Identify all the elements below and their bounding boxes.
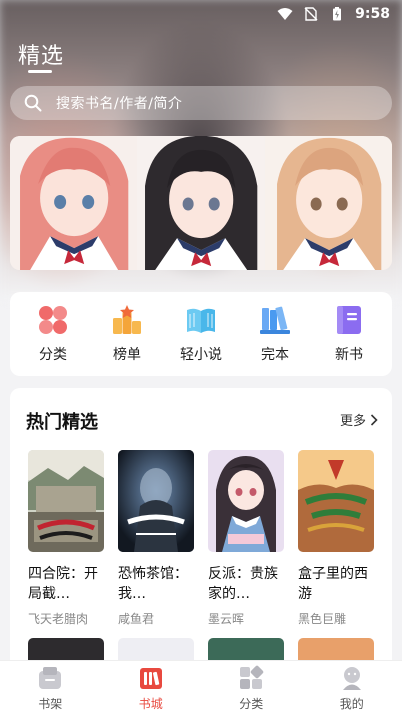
book-card[interactable]: 四合院：开局截… 飞天老腊肉: [28, 450, 104, 627]
book-cover: [118, 450, 194, 552]
book-cover: [298, 450, 374, 552]
section-title: 热门精选: [26, 412, 98, 433]
category-item-qingxiaoshuo[interactable]: 轻小说: [169, 304, 233, 364]
more-label: 更多: [339, 414, 366, 429]
category-item-xinshu[interactable]: 新书: [317, 304, 381, 364]
book-cover: [28, 450, 104, 552]
book-title: 反派：贵族家的…: [208, 566, 278, 602]
book-author: 墨云晖: [208, 612, 245, 626]
search-icon: [24, 94, 42, 112]
new-book-icon: [337, 306, 361, 334]
hot-picks-section: 热门精选 更多 四合院：开局截… 飞天老腊肉 恐怖茶馆：我… 咸鱼君 反派：贵族…: [10, 388, 392, 688]
book-author: 黑色巨雕: [298, 612, 347, 626]
status-bar: 9:58: [0, 0, 402, 28]
tab-label: 我的: [339, 697, 364, 711]
tab-category[interactable]: 分类: [211, 665, 291, 712]
book-card[interactable]: 恐怖茶馆：我… 咸鱼君: [118, 450, 194, 627]
books-icon: [260, 306, 290, 334]
book-card[interactable]: 反派：贵族家的… 墨云晖: [208, 450, 284, 627]
book-card[interactable]: 盒子里的西游 黑色巨雕: [298, 450, 374, 627]
category-icon: [240, 665, 264, 689]
book-title: 盒子里的西游: [298, 566, 368, 602]
tab-label: 分类: [239, 697, 264, 711]
tab-profile[interactable]: 我的: [312, 665, 392, 712]
book-cover: [208, 450, 284, 552]
status-time: 9:58: [355, 6, 390, 22]
bookstore-icon: [139, 668, 162, 689]
tab-bookshelf[interactable]: 书架: [10, 665, 90, 712]
tab-label: 书城: [138, 697, 163, 711]
more-link[interactable]: 更多: [340, 410, 378, 429]
bottom-tab-bar: 书架 书城 分类 我的: [0, 660, 402, 716]
book-title: 四合院：开局截…: [28, 566, 98, 602]
wifi-icon: [277, 8, 293, 20]
category-label: 完本: [261, 347, 289, 363]
category-panel: 分类 榜单 轻小说 完本 新书: [10, 292, 392, 376]
tab-label: 书架: [38, 697, 63, 711]
search-placeholder: 搜索书名/作者/简介: [56, 96, 183, 112]
banner-character-middle: [137, 136, 265, 270]
category-label: 榜单: [113, 347, 141, 363]
tab-bookstore[interactable]: 书城: [111, 665, 191, 712]
open-book-icon: [187, 308, 215, 333]
chevron-right-icon: [370, 413, 378, 426]
battery-charging-icon: [333, 7, 342, 21]
banner-character-left: [10, 136, 138, 270]
category-item-wanben[interactable]: 完本: [243, 304, 307, 364]
category-item-fenlei[interactable]: 分类: [21, 304, 85, 364]
ranking-icon: [113, 305, 141, 334]
book-title: 恐怖茶馆：我…: [118, 566, 188, 602]
grid-icon: [39, 306, 67, 334]
title-underline: [28, 70, 52, 73]
bookshelf-icon: [39, 667, 62, 689]
page-title: 精选: [18, 44, 65, 69]
no-sim-icon: [304, 7, 318, 21]
banner-character-right: [264, 136, 392, 270]
category-item-bangdan[interactable]: 榜单: [95, 304, 159, 364]
banner-carousel[interactable]: [10, 136, 392, 270]
category-label: 新书: [335, 347, 363, 363]
book-author: 飞天老腊肉: [28, 612, 89, 626]
category-label: 轻小说: [180, 347, 222, 363]
search-bar[interactable]: 搜索书名/作者/简介: [10, 86, 392, 120]
category-label: 分类: [39, 347, 67, 363]
book-author: 咸鱼君: [118, 612, 155, 626]
profile-icon: [342, 667, 361, 690]
